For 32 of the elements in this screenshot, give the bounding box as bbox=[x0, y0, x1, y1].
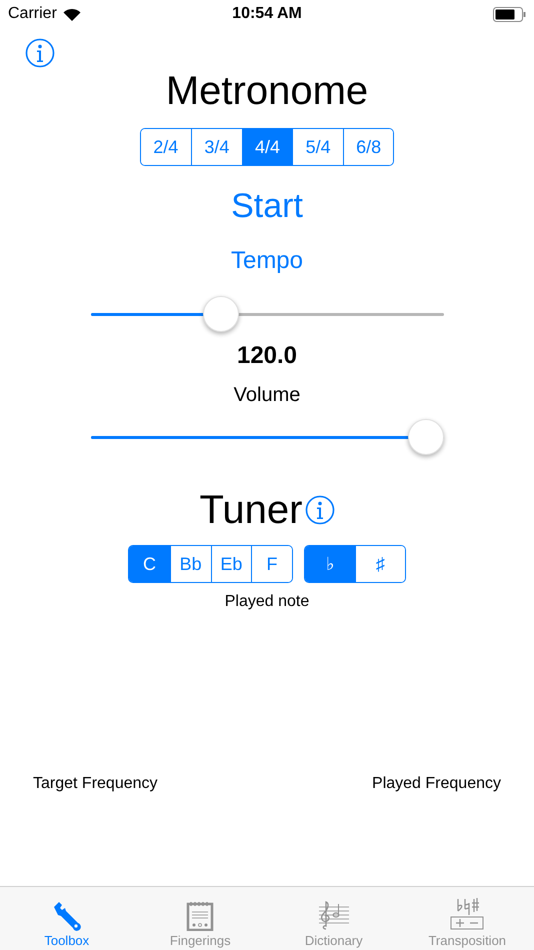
battery-icon bbox=[493, 6, 526, 22]
volume-label: Volume bbox=[234, 383, 300, 407]
slider-thumb[interactable] bbox=[203, 296, 240, 332]
played-note-label: Played note bbox=[224, 592, 310, 612]
page-title: Metronome bbox=[166, 69, 368, 113]
accidentals-icon bbox=[449, 897, 486, 931]
music-staff-icon bbox=[316, 899, 351, 931]
key-tab[interactable]: F bbox=[251, 546, 292, 582]
target-frequency-label: Target Frequency bbox=[33, 774, 158, 794]
accidental-tab[interactable]: ♭ bbox=[304, 546, 355, 582]
tempo-label: Tempo bbox=[230, 246, 304, 276]
tab-bar-item[interactable]: Dictionary bbox=[267, 887, 400, 950]
time-signature-tab[interactable]: 6/8 bbox=[342, 129, 394, 165]
slider-thumb[interactable] bbox=[408, 419, 444, 455]
time-signature-tab[interactable]: 4/4 bbox=[242, 129, 292, 165]
slider[interactable] bbox=[90, 294, 444, 334]
slider[interactable] bbox=[90, 417, 444, 457]
wifi-icon bbox=[62, 8, 81, 20]
notepad-icon bbox=[186, 901, 214, 931]
status-time: 10:54 AM bbox=[231, 4, 303, 24]
tab-bar-item[interactable]: Toolbox bbox=[0, 887, 134, 950]
tab-bar-item[interactable]: Fingerings bbox=[134, 887, 267, 950]
accidental-tab[interactable]: ♯ bbox=[354, 546, 405, 582]
played-frequency-label: Played Frequency bbox=[372, 774, 501, 794]
info-icon[interactable] bbox=[304, 495, 334, 525]
tuner-title: Tuner bbox=[199, 487, 302, 533]
tab-bar-item[interactable]: Transposition bbox=[400, 887, 534, 950]
tempo-value: 120.0 bbox=[236, 342, 298, 370]
start-button[interactable]: Start bbox=[231, 186, 303, 226]
carrier-label: Carrier bbox=[8, 4, 57, 24]
info-icon[interactable] bbox=[25, 38, 55, 68]
key-tab[interactable]: C bbox=[129, 546, 170, 582]
